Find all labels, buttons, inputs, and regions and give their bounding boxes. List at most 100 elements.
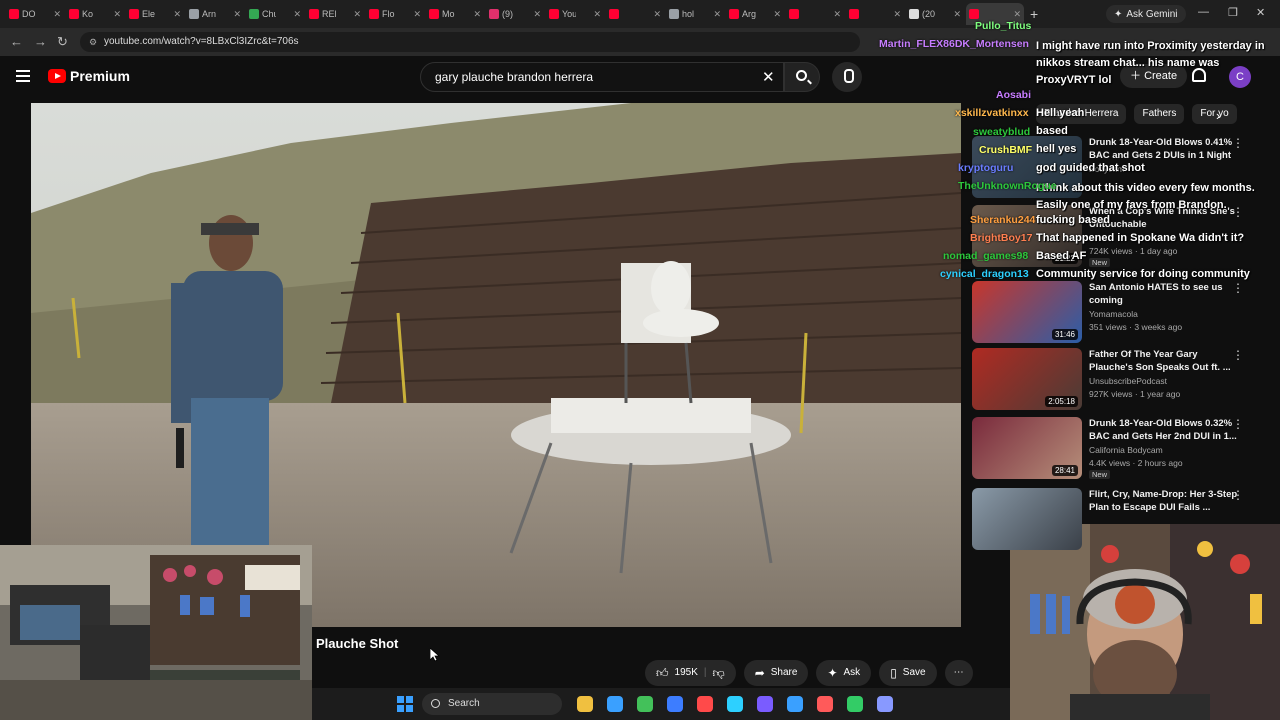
search-input[interactable]: gary plauche brandon herrera [420,62,784,92]
taskbar-search[interactable]: Search [422,693,562,715]
close-tab-icon[interactable]: ✕ [1013,9,1021,20]
filter-chip[interactable]: For yo [1192,104,1237,124]
recommendation-item[interactable]: 31:46 San Antonio HATES to see us coming Y… [972,281,1272,343]
search-button[interactable] [784,62,820,92]
taskbar-app-icon[interactable] [577,696,593,712]
youtube-logo-icon[interactable] [48,69,66,83]
ask-button[interactable]: ✦ Ask [816,660,872,686]
browser-tab[interactable]: Chu ✕ [246,3,304,25]
close-tab-icon[interactable]: ✕ [233,9,241,20]
close-tab-icon[interactable]: ✕ [353,9,361,20]
taskbar-app-icon[interactable] [787,696,803,712]
recommendation-thumbnail[interactable]: 28:41 [972,417,1082,479]
close-tab-icon[interactable]: ✕ [773,9,781,20]
close-tab-icon[interactable]: ✕ [893,9,901,20]
tab-title: hol [682,9,695,19]
browser-tab[interactable]: ✕ [786,3,844,25]
like-button[interactable]: 👍︎ 195K | 👎︎ [645,660,736,686]
recommendation-thumbnail[interactable]: 31:46 [972,281,1082,343]
save-label: Save [902,667,926,678]
close-tab-icon[interactable]: ✕ [473,9,481,20]
tab-favicon-icon [969,9,979,19]
browser-tab[interactable]: Arn ✕ [186,3,244,25]
more-options-icon[interactable]: ⋮ [1232,281,1244,295]
recommendation-title[interactable]: Drunk 18-Year-Old Blows 0.32% BAC and Ge… [1089,417,1239,443]
more-options-icon[interactable]: ⋮ [1232,417,1244,431]
url-field[interactable]: ⚙ youtube.com/watch?v=8LBxCl3IZrc&t=706s [80,32,860,52]
close-tab-icon[interactable]: ✕ [293,9,301,20]
browser-tab[interactable]: ✕ [606,3,664,25]
taskbar-app-icon[interactable] [757,696,773,712]
recommendation-channel[interactable]: Yomamacola [1089,309,1138,319]
video-duration: 28:41 [1051,465,1078,476]
recommendation-item[interactable]: 28:41 Drunk 18-Year-Old Blows 0.32% BAC a… [972,417,1272,479]
more-actions-icon[interactable]: ⋯ [944,660,973,686]
recommendation-meta: 351 views · 3 weeks ago [1089,322,1183,332]
voice-search-icon[interactable] [832,62,862,92]
recommendation-title[interactable]: San Antonio HATES to see us coming [1089,281,1239,307]
close-tab-icon[interactable]: ✕ [53,9,61,20]
taskbar-app-icon[interactable] [817,696,833,712]
windows-start-icon[interactable] [397,696,413,712]
taskbar-app-icon[interactable] [877,696,893,712]
close-tab-icon[interactable]: ✕ [653,9,661,20]
close-tab-icon[interactable]: ✕ [113,9,121,20]
browser-tab[interactable]: hol ✕ [666,3,724,25]
restore-icon[interactable]: ❐ [1228,6,1238,19]
recommendation-title[interactable]: Flirt, Cry, Name-Drop: Her 3-Step Plan t… [1089,488,1239,514]
more-options-icon[interactable]: ⋮ [1232,348,1244,362]
like-count: 195K [674,667,698,678]
recommendation-thumbnail[interactable] [972,488,1082,550]
recommendation-title[interactable]: Drunk 18-Year-Old Blows 0.41% BAC and Ge… [1089,136,1239,162]
chevron-right-icon[interactable]: › [1216,108,1220,123]
taskbar-app-icon[interactable] [607,696,623,712]
site-info-icon[interactable]: ⚙ [89,32,97,52]
more-options-icon[interactable]: ⋮ [1232,488,1244,502]
close-tab-icon[interactable]: ✕ [173,9,181,20]
share-button[interactable]: ➦ Share [743,660,809,686]
browser-tab[interactable]: Arg ✕ [726,3,784,25]
close-tab-icon[interactable]: ✕ [533,9,541,20]
more-options-icon[interactable]: ⋮ [1232,136,1244,150]
browser-tab[interactable]: (9) ✕ [486,3,544,25]
tab-favicon-icon [9,9,19,19]
back-arrow-icon[interactable]: ← [10,34,23,49]
thumbs-down-icon[interactable]: 👎︎ [713,660,725,686]
taskbar-app-icon[interactable] [637,696,653,712]
menu-icon[interactable] [16,70,30,82]
browser-tab[interactable]: (20 ✕ [906,3,964,25]
youtube-brand[interactable]: Premium [70,68,130,84]
filter-chip[interactable]: Fathers [1134,104,1185,124]
recommendation-title[interactable]: Father Of The Year Gary Plauche's Son Sp… [1089,348,1239,374]
taskbar-app-icon[interactable] [667,696,683,712]
browser-tab[interactable]: REF ✕ [306,3,364,25]
close-window-icon[interactable]: ✕ [1256,6,1265,19]
recommendation-item[interactable]: Flirt, Cry, Name-Drop: Her 3-Step Plan t… [972,488,1272,550]
browser-tab[interactable]: You ✕ [546,3,604,25]
close-tab-icon[interactable]: ✕ [833,9,841,20]
recommendation-thumbnail[interactable]: 2:05:18 [972,348,1082,410]
taskbar-app-icon[interactable] [727,696,743,712]
minimize-icon[interactable]: — [1198,6,1209,18]
browser-tab[interactable]: DO ✕ [6,3,64,25]
browser-tab[interactable]: Ele ✕ [126,3,184,25]
ask-gemini-button[interactable]: ✦ Ask Gemini [1106,5,1186,23]
recommendation-channel[interactable]: UnsubscribePodcast [1089,376,1167,386]
recommendation-channel[interactable]: California Bodycam [1089,445,1163,455]
close-tab-icon[interactable]: ✕ [953,9,961,20]
browser-tab[interactable]: Mo ✕ [426,3,484,25]
save-button[interactable]: ▯ Save [879,660,937,686]
chat-username: BrightBoy17 [970,232,1033,244]
recommendation-item[interactable]: 2:05:18 Father Of The Year Gary Plauche's… [972,348,1272,410]
close-tab-icon[interactable]: ✕ [713,9,721,20]
close-tab-icon[interactable]: ✕ [593,9,601,20]
clear-search-icon[interactable]: ✕ [762,68,775,86]
taskbar-app-icon[interactable] [697,696,713,712]
forward-arrow-icon[interactable]: → [34,34,47,49]
browser-tab[interactable]: Flo ✕ [366,3,424,25]
taskbar-app-icon[interactable] [847,696,863,712]
browser-tab[interactable]: ✕ [846,3,904,25]
reload-icon[interactable]: ↻ [57,34,68,50]
close-tab-icon[interactable]: ✕ [413,9,421,20]
browser-tab[interactable]: Ko ✕ [66,3,124,25]
